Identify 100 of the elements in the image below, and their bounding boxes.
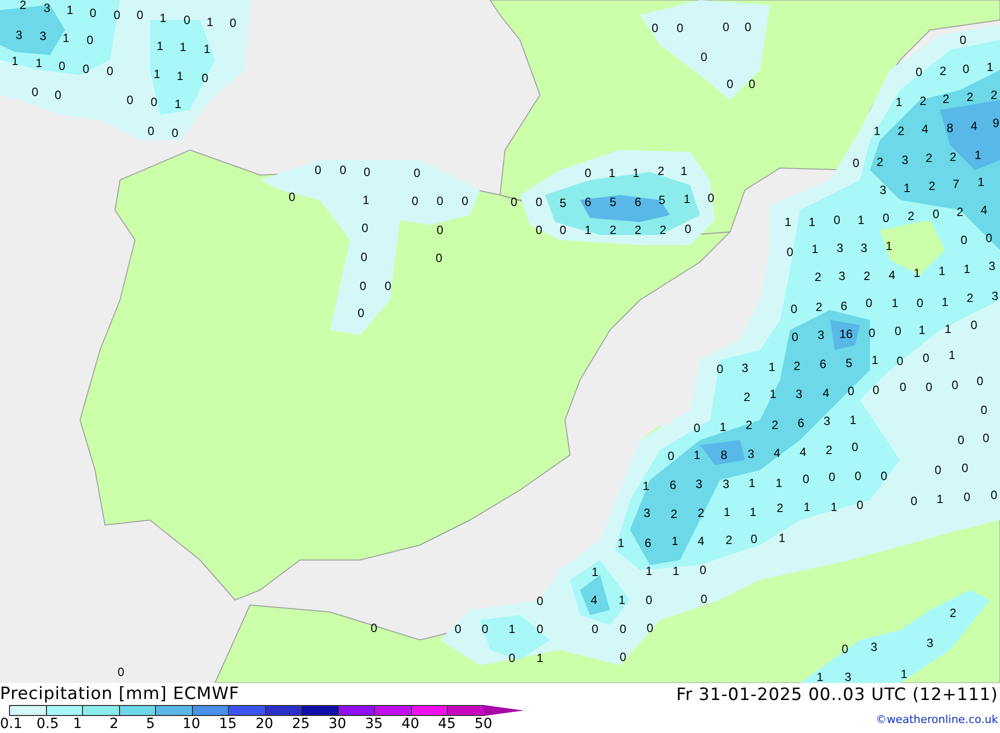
precipitation-value: 3 [902,154,908,166]
precipitation-value: 2 [966,91,974,103]
precipitation-value: 1 [886,240,892,252]
precipitation-value: 1 [62,32,70,44]
precipitation-value: 1 [874,125,880,137]
precipitation-value: 0 [136,9,144,21]
precipitation-value: 4 [800,446,806,458]
precipitation-value: 2 [826,444,832,456]
precipitation-value: 0 [436,252,442,264]
precipitation-value: 0 [536,623,544,635]
precipitation-value: 0 [384,280,392,292]
precipitation-value: 2 [940,65,946,77]
precipitation-value: 0 [340,164,346,176]
precipitation-value: 1 [608,167,616,179]
precipitation-value: 0 [118,666,124,678]
precipitation-value: 1 [986,61,994,73]
precipitation-value: 1 [872,354,878,366]
precipitation-value: 2 [990,89,998,101]
precipitation-value: 0 [926,381,932,393]
precipitation-value: 2 [864,270,870,282]
precipitation-value: 0 [866,297,872,309]
legend-value: 2 [110,716,120,733]
precipitation-value: 1 [892,297,898,309]
precipitation-value: 1 [748,477,756,489]
precipitation-value: 3 [844,671,852,683]
precipitation-value: 0 [960,34,966,46]
precipitation-value: 2 [926,152,932,164]
precipitation-value: 3 [992,290,998,302]
precipitation-value: 2 [950,607,956,619]
precipitation-value: 0 [360,280,366,292]
precipitation-value: 0 [964,491,970,503]
precipitation-value: 0 [620,651,626,663]
precipitation-value: 2 [794,360,800,372]
precipitation-value: 0 [86,34,94,46]
precipitation-value: 3 [836,242,844,254]
precipitation-value: 1 [618,537,624,549]
precipitation-value: 5 [560,197,566,209]
precipitation-value: 1 [816,671,824,683]
precipitation-value: 2 [772,419,778,431]
precipitation-value: 2 [942,93,950,105]
precipitation-value: 3 [722,478,730,490]
precipitation-value: 6 [634,196,642,208]
precipitation-value: 0 [202,72,208,84]
precipitation-value: 1 [160,12,166,24]
precipitation-value: 1 [684,193,690,205]
precipitation-value: 0 [646,622,654,634]
precipitation-value: 0 [802,473,810,485]
precipitation-value: 0 [916,297,924,309]
precipitation-value: 0 [508,652,516,664]
precipitation-value: 2 [660,224,666,236]
precipitation-value: 6 [644,537,652,549]
precipitation-value: 1 [808,216,816,228]
precipitation-value: 0 [436,224,444,236]
precipitation-value: 1 [362,194,370,206]
precipitation-value: 0 [852,441,858,453]
precipitation-value: 1 [768,361,776,373]
precipitation-value: 1 [592,566,598,578]
precipitation-value: 0 [922,352,930,364]
precipitation-value: 0 [980,404,988,416]
precipitation-value: 0 [412,195,418,207]
precipitation-value: 0 [82,63,90,75]
precipitation-value: 0 [856,499,864,511]
precipitation-value: 2 [776,502,784,514]
precipitation-value: 0 [786,246,794,258]
precipitation-value: 1 [66,4,74,16]
precipitation-value: 5 [658,194,666,206]
precipitation-value: 3 [696,478,702,490]
precipitation-value: 2 [634,224,642,236]
precipitation-value: 1 [204,43,210,55]
legend-value: 0.1 [0,716,24,733]
precipitation-value: 1 [632,167,640,179]
precipitation-value: 3 [796,388,802,400]
precipitation-value: 0 [828,471,836,483]
precipitation-value: 0 [126,94,134,106]
precipitation-value: 6 [840,300,848,312]
precipitation-value: 1 [784,216,792,228]
precipitation-value: 0 [750,533,758,545]
precipitation-value: 0 [962,63,970,75]
precipitation-value: 3 [748,448,754,460]
precipitation-value: 1 [850,414,856,426]
precipitation-value: 0 [370,622,378,634]
precipitation-value: 3 [880,184,886,196]
precipitation-value: 1 [804,501,810,513]
legend-value: 40 [402,716,420,733]
precipitation-value: 1 [36,57,42,69]
credit-link[interactable]: ©weatheronline.co.uk [876,713,998,726]
precipitation-value: 0 [916,66,922,78]
precipitation-value: 1 [180,41,186,53]
precipitation-value: 2 [670,508,678,520]
precipitation-value: 1 [914,267,920,279]
precipitation-value: 4 [922,123,928,135]
precipitation-value: 0 [184,14,190,26]
precipitation-value: 1 [694,449,700,461]
precipitation-value: 0 [592,623,598,635]
precipitation-value: 1 [154,68,160,80]
precipitation-value: 0 [848,385,854,397]
precipitation-value: 4 [822,387,830,399]
precipitation-value: 0 [854,470,862,482]
precipitation-value: 4 [590,594,598,606]
precipitation-value: 0 [362,222,368,234]
